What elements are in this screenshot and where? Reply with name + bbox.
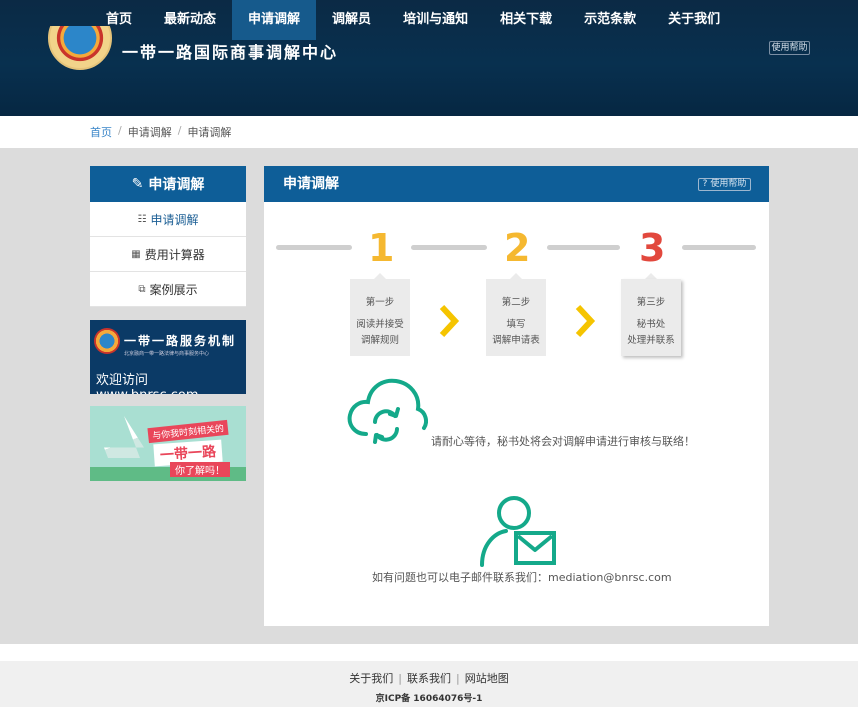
- sailing-ship-icon: [104, 416, 144, 458]
- breadcrumb-separator: /: [118, 124, 122, 137]
- step-2-line1: 填写: [506, 319, 526, 330]
- step-2-number: 2: [504, 226, 531, 270]
- chevron-right-icon: [575, 304, 596, 338]
- sidebar-item-label: 费用计算器: [144, 247, 205, 262]
- progress-bar-segment: [411, 245, 487, 250]
- progress-bar-segment: [682, 245, 756, 250]
- breadcrumb-parent: 申请调解: [127, 126, 172, 139]
- footer-link-contact[interactable]: 联系我们: [407, 672, 451, 685]
- promo-line-3: 你了解吗！: [170, 462, 230, 477]
- question-icon: ?: [702, 179, 708, 189]
- progress-bar-segment: [276, 245, 352, 250]
- wait-message: 请耐心等待，秘书处将会对调解申请进行审核与联络！: [431, 435, 695, 448]
- step-1-label: 第一步: [365, 297, 395, 308]
- banner-subtitle: 北京融商一带一路法律与商事服务中心: [124, 351, 210, 357]
- nav-home[interactable]: 首页: [90, 0, 148, 40]
- step-3-number: 3: [639, 226, 666, 270]
- step-3-box: 第三步 秘书处 处理并联系: [621, 279, 681, 356]
- nav-mediators[interactable]: 调解员: [316, 0, 387, 40]
- footer-separator: |: [398, 672, 402, 685]
- step-1-line2: 调解规则: [360, 335, 399, 346]
- edit-icon: ✎: [131, 176, 144, 192]
- step-2-line2: 调解申请表: [492, 335, 540, 346]
- contact-message: 如有问题也可以电子邮件联系我们：mediation@bnrsc.com: [372, 571, 672, 584]
- icp-license: 京ICP备 16064076号-1: [375, 694, 483, 704]
- step-2-label: 第二步: [501, 297, 531, 308]
- breadcrumb-current: 申请调解: [187, 126, 232, 139]
- sidebar-item-label: 案例展示: [149, 282, 198, 297]
- help-button[interactable]: 使用帮助: [769, 41, 810, 55]
- nav-news[interactable]: 最新动态: [148, 0, 232, 40]
- cloud-sync-icon: [347, 378, 428, 444]
- nav-apply-mediation[interactable]: 申请调解: [232, 0, 317, 40]
- calculator-icon: ▦: [131, 248, 141, 260]
- sidebar-title: ✎ 申请调解: [90, 166, 246, 202]
- breadcrumb-separator: /: [177, 124, 182, 137]
- chevron-right-icon: [439, 304, 460, 338]
- step-3-line2: 处理并联系: [627, 335, 675, 346]
- step-1-box: 第一步 阅读并接受 调解规则: [350, 279, 410, 356]
- sidebar-item-label: 申请调解: [150, 212, 199, 227]
- banner-title: 一带一路服务机制: [124, 334, 237, 348]
- step-1-line1: 阅读并接受: [356, 319, 404, 330]
- breadcrumb: 首页 / 申请调解 / 申请调解: [90, 124, 231, 140]
- step-3-line1: 秘书处: [636, 319, 666, 330]
- panel-title: 申请调解: [283, 176, 339, 192]
- step-2-box: 第二步 填写 调解申请表: [486, 279, 546, 356]
- globe-logo-icon: [94, 328, 120, 354]
- footer-link-about[interactable]: 关于我们: [349, 672, 393, 685]
- sidebar-menu: ☷ 申请调解 ▦ 费用计算器 ⧉ 案例展示: [90, 202, 246, 307]
- panel-help-label: 使用帮助: [710, 179, 747, 189]
- belt-road-promo-banner[interactable]: 与你我时刻相关的 一带一路 你了解吗！: [90, 406, 246, 481]
- sidebar-item-fee-calculator[interactable]: ▦ 费用计算器: [90, 237, 246, 272]
- nav-model-clauses[interactable]: 示范条款: [568, 0, 652, 40]
- sidebar-item-cases[interactable]: ⧉ 案例展示: [90, 272, 246, 307]
- belt-road-service-banner[interactable]: 一带一路服务机制 北京融商一带一路法律与商事服务中心 欢迎访问 www.bnrs…: [90, 320, 246, 394]
- form-icon: ☷: [137, 213, 147, 225]
- step-1-number: 1: [368, 226, 395, 270]
- site-footer: 关于我们 | 联系我们 | 网站地图 京ICP备 16064076号-1: [0, 661, 858, 707]
- site-title: 一带一路国际商事调解中心: [122, 43, 339, 62]
- nav-about[interactable]: 关于我们: [652, 0, 736, 40]
- main-nav: 首页 最新动态 申请调解 调解员 培训与通知 相关下载 示范条款 关于我们: [90, 0, 736, 40]
- copy-icon: ⧉: [138, 283, 146, 295]
- panel-header: 申请调解 ? 使用帮助: [264, 166, 769, 202]
- progress-bar-segment: [547, 245, 620, 250]
- panel-help-button[interactable]: ? 使用帮助: [698, 178, 751, 191]
- step-3-label: 第三步: [636, 297, 666, 308]
- site-header: 一带一路国际商事调解中心 使用帮助 首页 最新动态 申请调解 调解员 培训与通知…: [0, 0, 858, 116]
- breadcrumb-home[interactable]: 首页: [90, 124, 112, 140]
- sidebar-title-text: 申请调解: [148, 177, 205, 193]
- contact-mail-icon: [480, 496, 556, 567]
- banner-url: 欢迎访问 www.bnrsc.com: [96, 373, 199, 394]
- footer-links: 关于我们 | 联系我们 | 网站地图: [0, 670, 858, 686]
- nav-downloads[interactable]: 相关下载: [484, 0, 568, 40]
- nav-training[interactable]: 培训与通知: [387, 0, 484, 40]
- sidebar-item-apply[interactable]: ☷ 申请调解: [90, 202, 246, 237]
- footer-link-sitemap[interactable]: 网站地图: [465, 672, 509, 685]
- apply-panel: 申请调解 ? 使用帮助 1 2 3 第一步 阅读并接受 调解规则 第二步 填写 …: [264, 166, 769, 626]
- footer-separator: |: [456, 672, 460, 685]
